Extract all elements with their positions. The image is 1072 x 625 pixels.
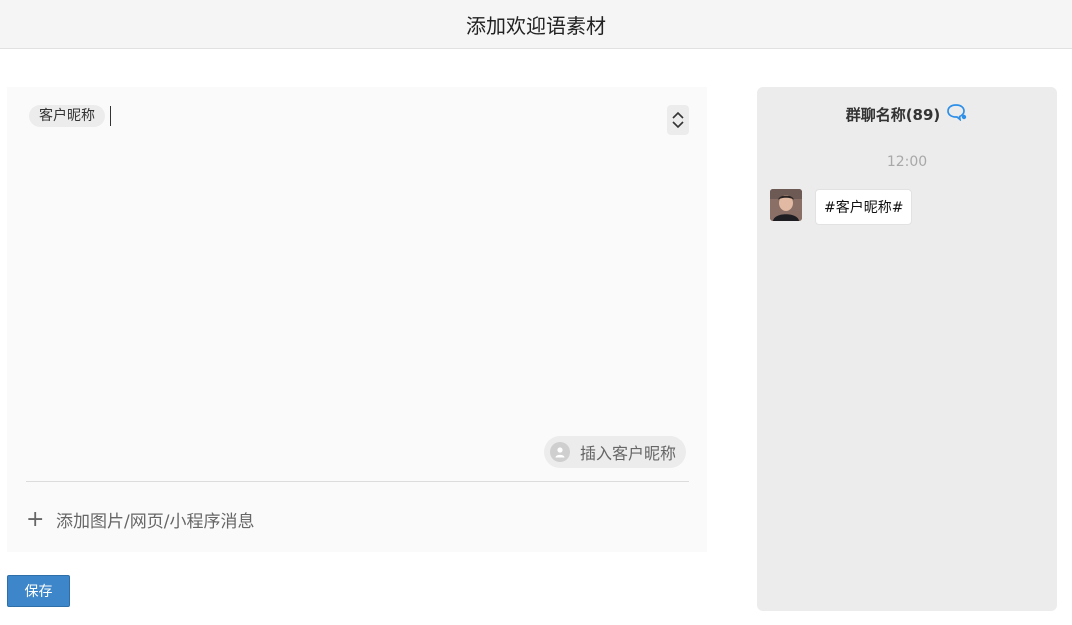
avatar xyxy=(770,189,802,221)
add-attachment-label: 添加图片/网页/小程序消息 xyxy=(56,512,255,532)
chevron-up-icon[interactable] xyxy=(672,111,684,120)
add-attachment-button[interactable]: + 添加图片/网页/小程序消息 xyxy=(26,507,254,532)
group-name: 群聊名称(89) xyxy=(845,105,941,124)
message-bubble: #客户昵称# xyxy=(815,189,913,225)
message-time: 12:00 xyxy=(886,154,928,170)
chat-bubble-icon xyxy=(940,103,968,125)
insert-nickname-label: 插入客户昵称 xyxy=(580,444,677,463)
message-editor[interactable]: 客户昵称 插入客户昵称 + 添加图片/网页/小程序消息 xyxy=(7,87,707,552)
nickname-tag[interactable]: 客户昵称 xyxy=(29,105,105,127)
save-button[interactable]: 保存 xyxy=(7,575,70,607)
insert-nickname-button[interactable]: 插入客户昵称 xyxy=(544,436,687,468)
user-icon xyxy=(550,442,570,462)
chat-preview-panel: 群聊名称(89) 12:00 #客户昵称# xyxy=(757,87,1057,611)
message-text: #客户昵称# xyxy=(824,200,904,216)
page-title: 添加欢迎语素材 xyxy=(466,13,606,38)
header-bar: 添加欢迎语素材 xyxy=(0,0,1072,49)
resize-stepper[interactable] xyxy=(667,105,689,135)
group-chat-title: 群聊名称(89) xyxy=(757,103,1057,125)
plus-icon: + xyxy=(26,506,45,532)
chevron-down-icon[interactable] xyxy=(672,120,684,129)
divider xyxy=(26,481,689,482)
text-caret xyxy=(110,106,111,126)
